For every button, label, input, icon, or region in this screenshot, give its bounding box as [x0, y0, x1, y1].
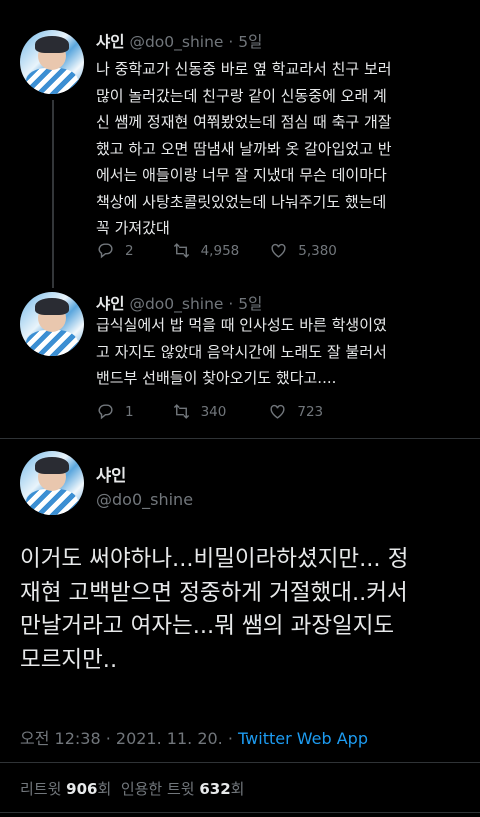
reply-button[interactable]: 1 — [96, 402, 134, 421]
retweet-button[interactable]: 340 — [172, 402, 227, 421]
divider — [0, 438, 480, 439]
retweet-button[interactable]: 4,958 — [172, 241, 240, 260]
reply-icon — [98, 243, 113, 259]
avatar[interactable] — [20, 30, 84, 94]
retweet-total[interactable]: 906 — [66, 780, 97, 798]
like-count: 723 — [297, 403, 324, 420]
main-tweet-text: 이거도 써야하나...비밀이라하셨지만... 정 재현 고백받으면 정중하게 거… — [20, 546, 409, 673]
like-button[interactable]: 5,380 — [269, 241, 337, 260]
tweet-header: 샤인 @do0_shine · 5일 — [96, 295, 263, 313]
retweet-icon — [173, 404, 189, 419]
author-name[interactable]: 샤인 — [96, 33, 125, 51]
thread-line — [52, 100, 54, 288]
tweet-time[interactable]: 5일 — [238, 295, 262, 313]
source-app-link[interactable]: Twitter Web App — [238, 729, 368, 748]
like-count: 5,380 — [298, 242, 337, 259]
like-icon — [270, 404, 285, 419]
author-handle[interactable]: @do0_shine — [129, 33, 223, 51]
like-icon — [271, 243, 286, 258]
reply-icon — [98, 404, 113, 420]
reply-count: 1 — [125, 403, 134, 420]
tweet-time[interactable]: 5일 — [238, 33, 262, 51]
tweet-timestamp[interactable]: 오전 12:38 · 2021. 11. 20. · — [20, 729, 238, 748]
author-name[interactable]: 샤인 — [96, 295, 125, 313]
author-name[interactable]: 샤인 — [96, 462, 126, 486]
divider — [0, 812, 480, 813]
divider — [0, 762, 480, 763]
tweet-actions: 1 340 723 — [96, 402, 323, 421]
quote-total[interactable]: 632 — [199, 780, 230, 798]
reply-button[interactable]: 2 — [96, 241, 134, 260]
tweet-meta: 오전 12:38 · 2021. 11. 20. · Twitter Web A… — [20, 725, 368, 749]
retweet-count: 4,958 — [200, 242, 240, 259]
tweet-actions: 2 4,958 5,380 — [96, 241, 337, 260]
tweet-header: 샤인 @do0_shine · 5일 — [96, 33, 263, 51]
tweet-text: 급식실에서 밥 먹을 때 인사성도 바른 학생이였 고 자지도 않았대 음악시간… — [96, 316, 387, 387]
reply-count: 2 — [125, 242, 134, 259]
author-handle[interactable]: @do0_shine — [96, 490, 193, 509]
like-button[interactable]: 723 — [268, 402, 323, 421]
tweet-text: 나 중학교가 신동중 바로 옆 학교라서 친구 보러 많이 놀러갔는데 친구랑 … — [96, 60, 392, 237]
tweet-stats: 리트윗 906회 인용한 트윗 632회 — [20, 780, 245, 798]
avatar[interactable] — [20, 451, 84, 515]
retweet-icon — [173, 243, 189, 258]
avatar[interactable] — [20, 292, 84, 356]
author-handle[interactable]: @do0_shine — [129, 295, 223, 313]
retweet-count: 340 — [200, 403, 227, 420]
